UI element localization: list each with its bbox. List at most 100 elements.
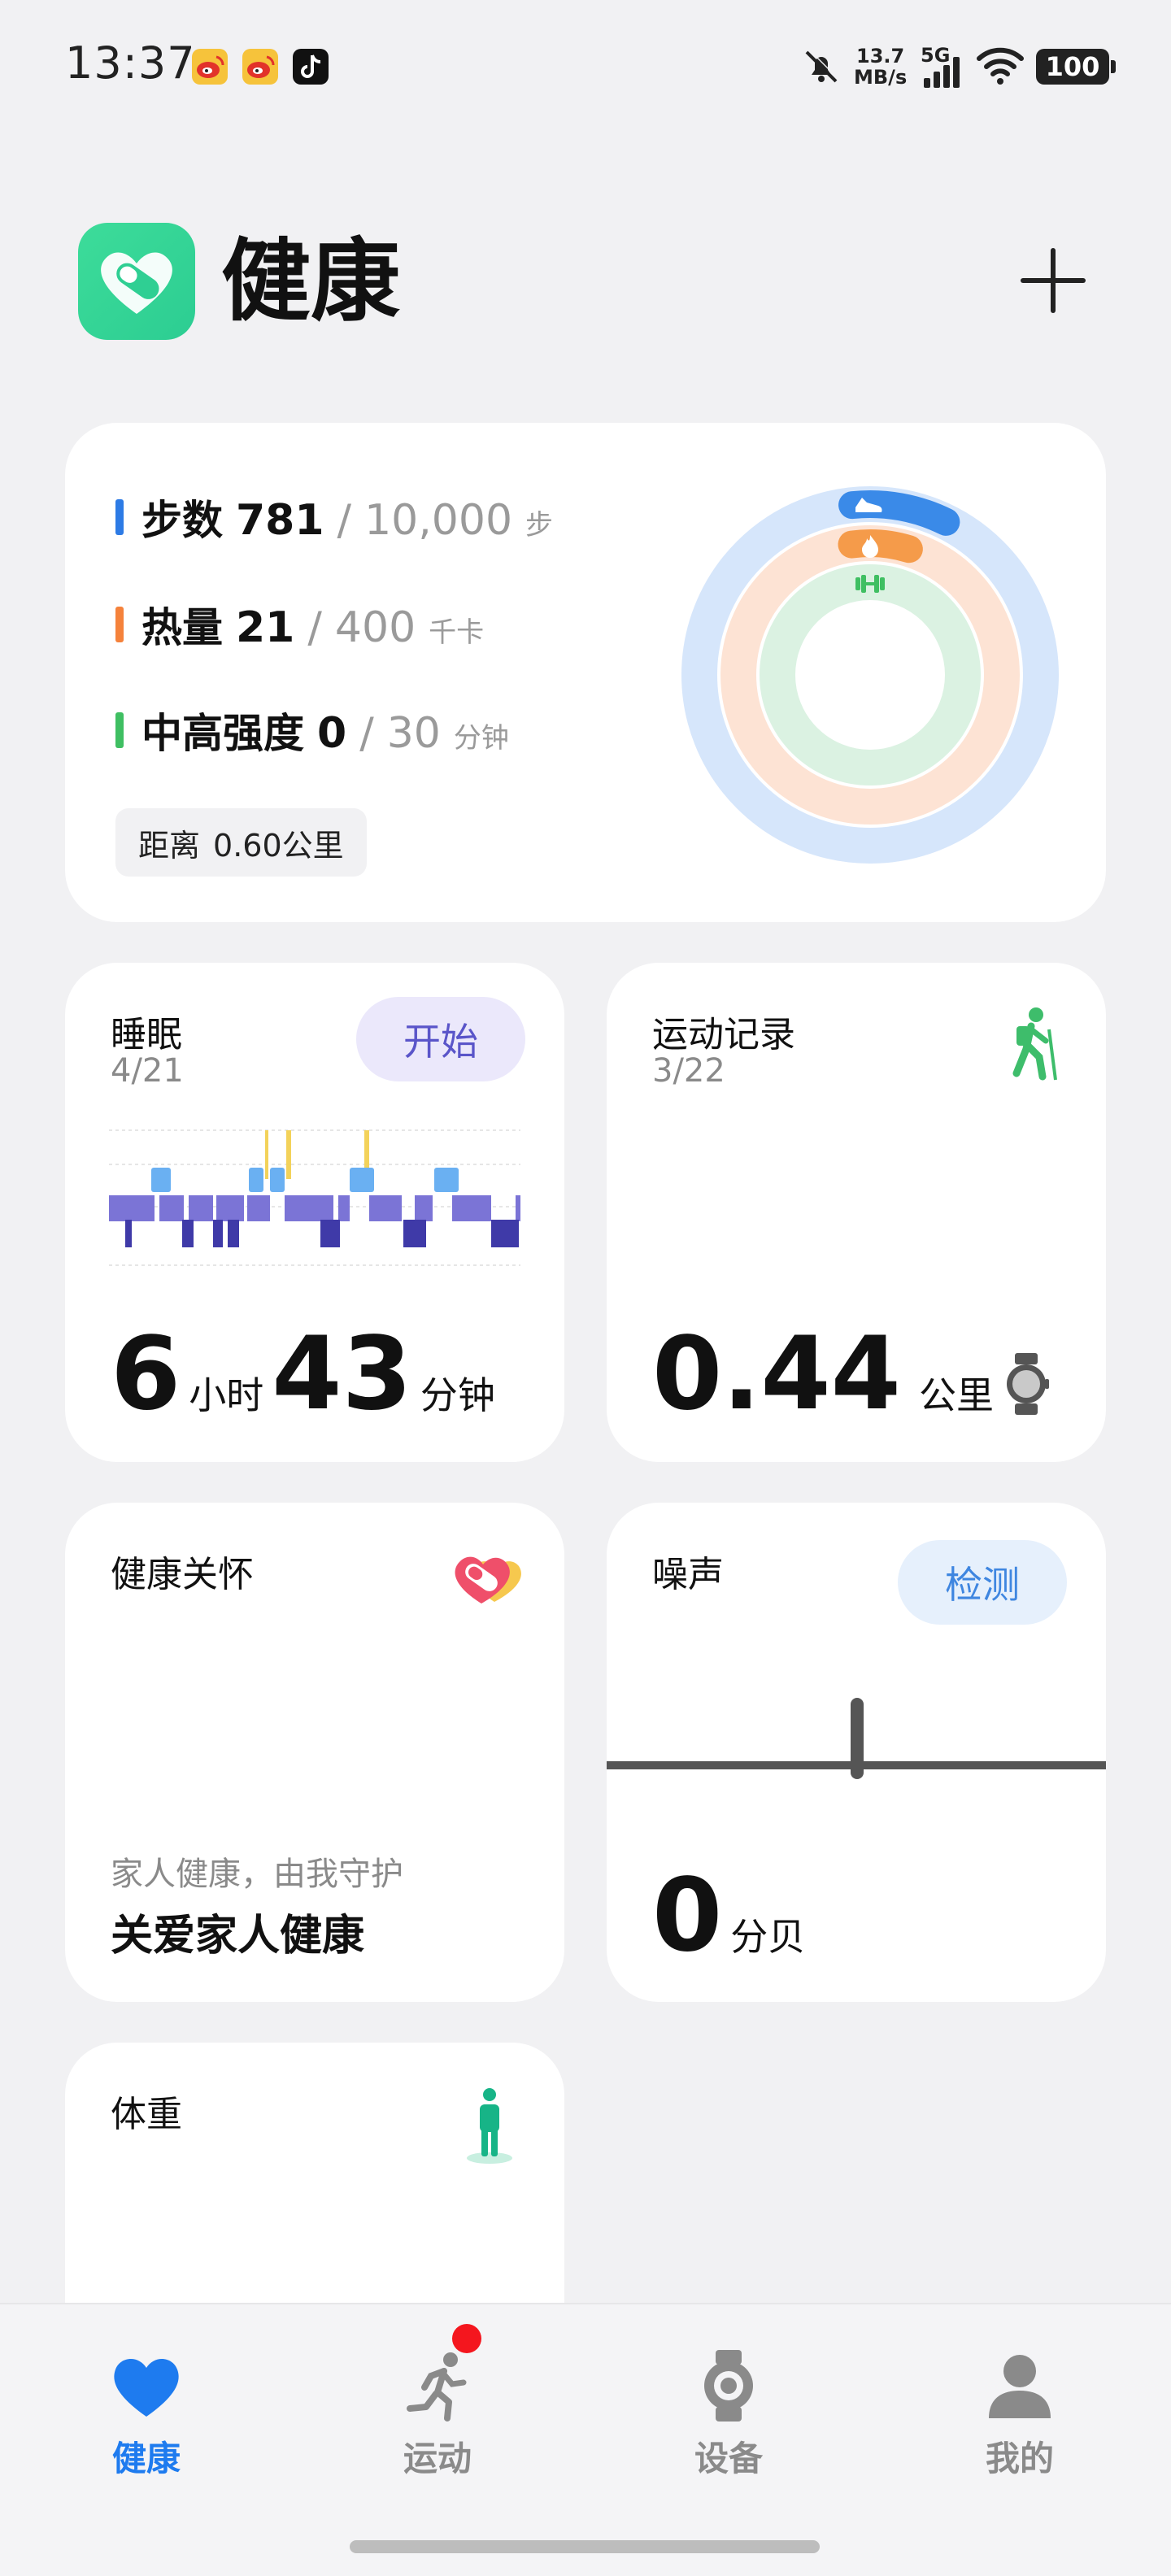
sleep-rem-segment bbox=[249, 1168, 263, 1192]
exercise-unit: 公里 bbox=[918, 1373, 994, 1417]
steps-value: 781 bbox=[236, 496, 324, 545]
sleep-light-segment bbox=[285, 1195, 333, 1221]
care-hint: 家人健康，由我守护 bbox=[111, 1856, 403, 1893]
intensity-color-bar bbox=[115, 712, 124, 748]
noise-detect-button[interactable]: 检测 bbox=[898, 1540, 1067, 1625]
care-heart-icon bbox=[444, 1545, 525, 1610]
tiktok-icon bbox=[293, 49, 329, 85]
home-indicator[interactable] bbox=[350, 2540, 820, 2553]
care-title: 健康关怀 bbox=[111, 1554, 254, 1595]
page-title: 健康 bbox=[221, 229, 400, 333]
exercise-distance: 0.44 公里 bbox=[652, 1324, 1002, 1425]
sleep-light-segment bbox=[516, 1195, 520, 1221]
sleep-light-segment bbox=[247, 1195, 270, 1221]
sleep-hours: 6 bbox=[111, 1316, 181, 1433]
noise-reading: 0 分贝 bbox=[652, 1865, 813, 1966]
intensity-row: 中高强度 0 / 30 分钟 bbox=[115, 701, 509, 759]
activity-card[interactable]: 步数 781 / 10,000 步 热量 21 / 400 千卡 中高强度 0 … bbox=[65, 423, 1106, 922]
nav-label-me: 我的 bbox=[985, 2439, 1054, 2478]
watch-icon bbox=[704, 2350, 753, 2422]
noise-card[interactable]: 噪声 检测 0 分贝 bbox=[607, 1503, 1106, 2002]
activity-rings[interactable] bbox=[675, 480, 1065, 870]
nav-tab-sport[interactable]: 运动 bbox=[364, 2347, 511, 2509]
sleep-minutes-unit: 分钟 bbox=[420, 1373, 495, 1417]
sleep-awake-segment bbox=[286, 1130, 291, 1179]
body-figure-icon bbox=[464, 2086, 516, 2165]
sleep-light-segment bbox=[109, 1195, 155, 1221]
wifi-icon bbox=[976, 46, 1025, 86]
sleep-light-segment bbox=[338, 1195, 350, 1221]
weibo-icon bbox=[192, 49, 228, 85]
sleep-light-segment bbox=[189, 1195, 213, 1221]
sleep-duration: 6 小时 43 分钟 bbox=[111, 1324, 503, 1425]
steps-separator: / bbox=[337, 496, 352, 545]
sleep-deep-segment bbox=[403, 1220, 426, 1247]
care-headline: 关爱家人健康 bbox=[111, 1912, 365, 1960]
sleep-start-button[interactable]: 开始 bbox=[356, 997, 525, 1081]
health-care-card[interactable]: 健康关怀 家人健康，由我守护 关爱家人健康 bbox=[65, 1503, 564, 2002]
noise-title: 噪声 bbox=[652, 1554, 724, 1595]
calories-value: 21 bbox=[236, 603, 295, 652]
distance-value: 0.60公里 bbox=[213, 827, 344, 864]
steps-goal: 10,000 bbox=[364, 496, 513, 545]
sleep-deep-segment bbox=[491, 1220, 519, 1247]
steps-label: 步数 bbox=[141, 497, 223, 544]
intensity-goal: 30 bbox=[386, 709, 441, 758]
sleep-stage-chart bbox=[109, 1129, 520, 1266]
add-button[interactable] bbox=[1016, 244, 1090, 317]
sleep-light-segment bbox=[369, 1195, 402, 1221]
heart-icon bbox=[114, 2358, 179, 2417]
exercise-record-card[interactable]: 运动记录 3/22 0.44 公里 bbox=[607, 963, 1106, 1462]
status-time: 13:37 bbox=[65, 37, 196, 89]
distance-label: 距离 bbox=[138, 827, 201, 864]
intensity-unit: 分钟 bbox=[453, 722, 509, 755]
steps-row: 步数 781 / 10,000 步 bbox=[115, 488, 553, 546]
intensity-ring-track bbox=[760, 564, 981, 785]
weibo-icon bbox=[242, 49, 278, 85]
sleep-date: 4/21 bbox=[111, 1052, 184, 1090]
nav-tab-device[interactable]: 设备 bbox=[655, 2347, 802, 2509]
nav-tab-me[interactable]: 我的 bbox=[947, 2347, 1093, 2509]
network-speed: 13.7 MB/s bbox=[854, 45, 908, 89]
calories-color-bar bbox=[115, 607, 124, 642]
mute-bell-icon bbox=[800, 46, 842, 88]
noise-unit: 分贝 bbox=[730, 1915, 806, 1959]
calories-row: 热量 21 / 400 千卡 bbox=[115, 595, 484, 654]
watch-icon bbox=[1002, 1351, 1051, 1416]
sleep-light-segment bbox=[452, 1195, 491, 1221]
sleep-light-segment bbox=[159, 1195, 184, 1221]
app-logo bbox=[78, 223, 195, 340]
nav-label-device: 设备 bbox=[694, 2439, 763, 2478]
noise-value: 0 bbox=[652, 1857, 723, 1974]
person-icon bbox=[989, 2355, 1051, 2418]
noise-needle bbox=[851, 1698, 864, 1779]
sleep-rem-segment bbox=[151, 1168, 171, 1192]
calories-separator: / bbox=[307, 603, 322, 652]
sleep-deep-segment bbox=[320, 1220, 340, 1247]
weight-title: 体重 bbox=[111, 2094, 182, 2135]
nav-label-sport: 运动 bbox=[403, 2439, 472, 2478]
nav-tab-health[interactable]: 健康 bbox=[73, 2347, 220, 2509]
distance-chip: 距离 0.60公里 bbox=[115, 808, 367, 877]
signal-icon bbox=[922, 55, 964, 88]
sleep-card[interactable]: 睡眠 4/21 开始 6 小时 43 分钟 bbox=[65, 963, 564, 1462]
sleep-deep-segment bbox=[228, 1220, 239, 1247]
exercise-title: 运动记录 bbox=[652, 1014, 795, 1055]
sleep-light-segment bbox=[216, 1195, 244, 1221]
steps-color-bar bbox=[115, 499, 124, 535]
nav-label-health: 健康 bbox=[111, 2439, 181, 2478]
exercise-value: 0.44 bbox=[652, 1316, 901, 1433]
sleep-hours-unit: 小时 bbox=[189, 1373, 264, 1417]
notification-badge bbox=[452, 2324, 481, 2353]
exercise-date: 3/22 bbox=[652, 1052, 725, 1090]
battery-indicator: 100 bbox=[1036, 49, 1116, 85]
sleep-deep-segment bbox=[182, 1220, 194, 1247]
sleep-minutes: 43 bbox=[272, 1316, 412, 1433]
hiking-icon bbox=[1002, 1005, 1067, 1083]
sleep-awake-segment bbox=[265, 1130, 268, 1179]
sleep-rem-segment bbox=[350, 1168, 374, 1192]
intensity-label: 中高强度 bbox=[141, 710, 304, 757]
sleep-rem-segment bbox=[270, 1168, 285, 1192]
sleep-rem-segment bbox=[434, 1168, 459, 1192]
sleep-deep-segment bbox=[213, 1220, 223, 1247]
